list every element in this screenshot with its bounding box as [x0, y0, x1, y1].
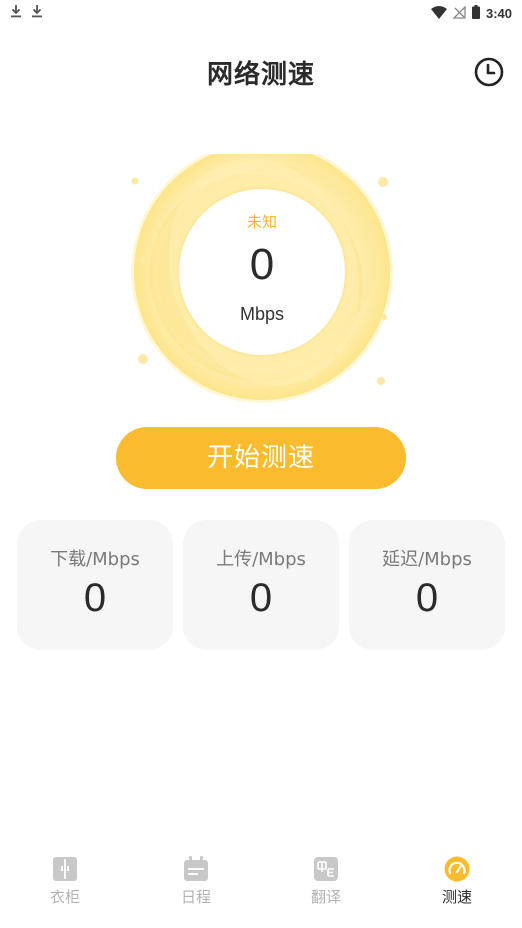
- speedometer-icon: [444, 856, 470, 882]
- tab-translate[interactable]: 翻译: [281, 850, 371, 907]
- history-button[interactable]: [473, 56, 505, 88]
- speed-value: 0: [249, 240, 275, 289]
- tab-label: 日程: [180, 888, 211, 906]
- page-title: 网络测速: [206, 60, 315, 90]
- upload-stat-label: 上传/Mbps: [216, 549, 306, 570]
- tab-label: 衣柜: [49, 888, 80, 906]
- download-stat-label: 下载/Mbps: [50, 549, 140, 570]
- clock-time: 3:40: [485, 6, 512, 21]
- no-sim-icon: [452, 4, 466, 23]
- upload-stat-card: 上传/Mbps 0: [183, 520, 339, 650]
- download-stat-card: 下载/Mbps 0: [17, 520, 173, 650]
- bottom-tab-bar: 衣柜 日程 翻译 测速: [0, 850, 522, 920]
- translate-icon: [313, 856, 339, 882]
- start-test-button[interactable]: 开始测速: [116, 427, 406, 489]
- tab-label: 测速: [441, 888, 472, 906]
- tab-schedule[interactable]: 日程: [151, 850, 241, 907]
- latency-stat-label: 延迟/Mbps: [382, 549, 472, 570]
- download-icon: [31, 3, 43, 22]
- wifi-icon: [430, 4, 447, 23]
- speed-gauge: 未知 0 Mbps: [122, 154, 402, 404]
- tab-wardrobe[interactable]: 衣柜: [20, 850, 110, 907]
- header: 网络测速: [0, 52, 522, 92]
- calendar-icon: [183, 856, 209, 882]
- battery-icon: [471, 4, 480, 23]
- speed-unit: Mbps: [239, 304, 284, 324]
- download-icon: [10, 3, 22, 22]
- wardrobe-icon: [52, 856, 78, 882]
- latency-stat-card: 延迟/Mbps 0: [349, 520, 505, 650]
- speed-test-screen: 3:40 网络测速 未知 0 Mbps 开始测速 下载/Mbps 0 上传/Mb…: [0, 0, 522, 928]
- tab-speedtest[interactable]: 测速: [412, 850, 502, 907]
- download-stat-value: 0: [83, 576, 107, 620]
- tab-label: 翻译: [310, 888, 341, 906]
- status-bar: 3:40: [0, 0, 522, 24]
- clock-icon: [474, 57, 504, 87]
- speed-status-label: 未知: [246, 213, 277, 231]
- latency-stat-value: 0: [415, 576, 439, 620]
- upload-stat-value: 0: [249, 576, 273, 620]
